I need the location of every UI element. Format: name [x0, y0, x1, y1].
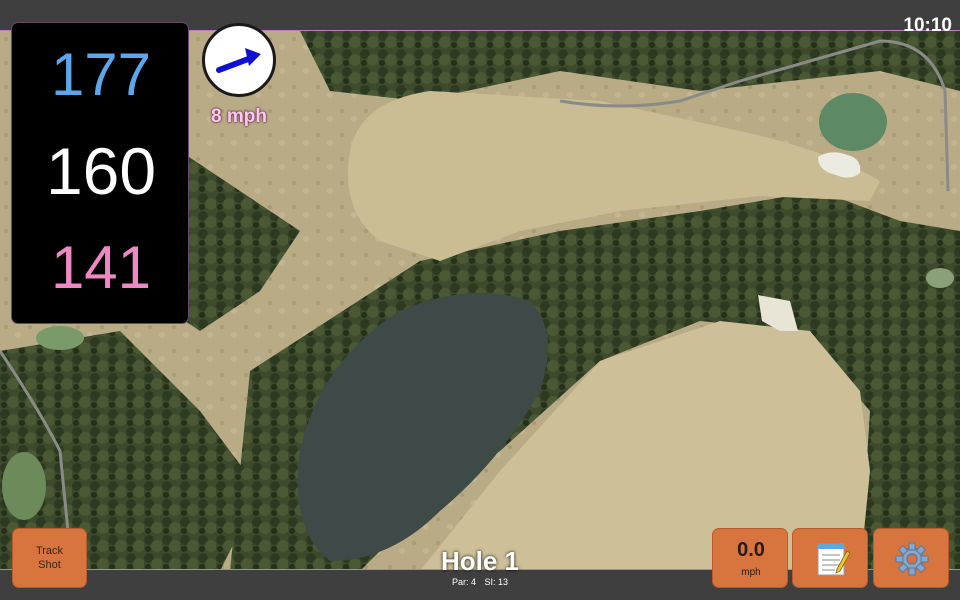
speed-unit: mph [741, 567, 761, 578]
front-yardage: 141 [50, 234, 152, 301]
wind-speed: 8 mph [211, 106, 267, 127]
hole-stroke-index: SI: 13 [484, 577, 509, 587]
wind-indicator [202, 23, 276, 97]
yardage-panel: 177 160 141 [11, 22, 189, 324]
hole-par: Par: 4 [451, 577, 476, 587]
speed-value: 0.0 [737, 539, 765, 561]
track-shot-label-line2: Shot [38, 559, 61, 571]
track-shot-label-line1: Track [35, 545, 64, 557]
speed-button[interactable]: 0.0 mph [712, 528, 788, 588]
middle-yardage: 160 [45, 134, 157, 208]
wind-arrow-icon [216, 48, 261, 73]
notepad-icon [817, 543, 851, 576]
clock: 10:10 [903, 15, 952, 36]
hole-title: Hole 1 [440, 546, 520, 576]
settings-button[interactable] [873, 528, 949, 588]
track-shot-button[interactable]: Track Shot [12, 528, 87, 588]
back-yardage: 177 [50, 41, 152, 108]
gear-icon [895, 542, 929, 576]
notes-button[interactable] [792, 528, 868, 588]
hole-info: Par: 4 SI: 13 [400, 577, 560, 587]
